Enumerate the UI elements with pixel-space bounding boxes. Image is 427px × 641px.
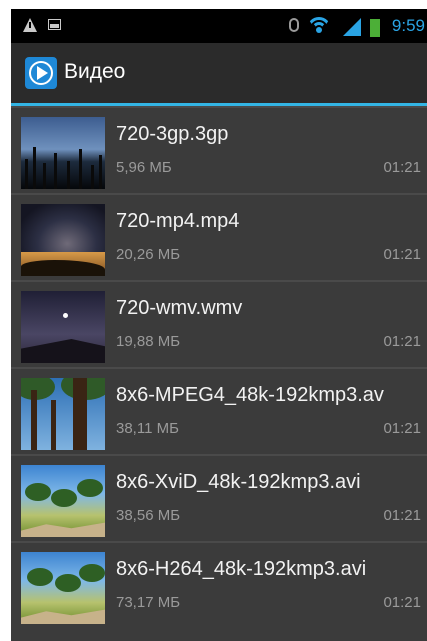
video-thumbnail — [21, 552, 105, 624]
video-name: 720-mp4.mp4 — [116, 210, 240, 232]
video-thumbnail — [21, 465, 105, 537]
video-name: 720-3gp.3gp — [116, 123, 229, 145]
action-bar: Видео — [11, 43, 427, 103]
video-duration: 01:21 — [383, 594, 421, 611]
video-thumbnail — [21, 204, 105, 276]
status-time: 9:59 — [391, 16, 425, 35]
video-list: 720-3gp.3gp 5,96 МБ 01:21 720-mp4.mp4 20… — [11, 106, 427, 628]
video-name: 8x6-H264_48k-192kmp3.avi — [116, 558, 367, 580]
video-item[interactable]: 8x6-H264_48k-192kmp3.avi 73,17 МБ 01:21 — [11, 541, 427, 628]
video-item[interactable]: 720-3gp.3gp 5,96 МБ 01:21 — [11, 106, 427, 193]
video-duration: 01:21 — [383, 246, 421, 263]
page-title: Видео — [64, 60, 126, 83]
status-bar: 9:59 — [11, 9, 427, 43]
wifi-icon — [307, 17, 331, 35]
video-size: 38,11 МБ — [116, 420, 179, 437]
video-size: 5,96 МБ — [116, 159, 172, 176]
bluetooth-icon — [289, 18, 299, 32]
video-duration: 01:21 — [383, 333, 421, 350]
video-thumbnail — [21, 378, 105, 450]
video-name: 720-wmv.wmv — [116, 297, 243, 319]
video-size: 19,88 МБ — [116, 333, 181, 350]
video-item[interactable]: 8x6-XviD_48k-192kmp3.avi 38,56 МБ 01:21 — [11, 454, 427, 541]
video-item[interactable]: 8x6-MPEG4_48k-192kmp3.av 38,11 МБ 01:21 — [11, 367, 427, 454]
video-player-icon[interactable] — [25, 57, 57, 89]
video-name: 8x6-XviD_48k-192kmp3.avi — [116, 471, 361, 493]
video-size: 20,26 МБ — [116, 246, 181, 263]
video-thumbnail — [21, 291, 105, 363]
video-item[interactable]: 720-wmv.wmv 19,88 МБ 01:21 — [11, 280, 427, 367]
video-size: 73,17 МБ — [116, 594, 181, 611]
video-thumbnail — [21, 117, 105, 189]
signal-icon — [343, 18, 361, 36]
video-duration: 01:21 — [383, 159, 421, 176]
video-item[interactable]: 720-mp4.mp4 20,26 МБ 01:21 — [11, 193, 427, 280]
video-duration: 01:21 — [383, 420, 421, 437]
image-notification-icon — [48, 19, 61, 30]
battery-icon — [370, 17, 380, 37]
video-name: 8x6-MPEG4_48k-192kmp3.av — [116, 384, 384, 406]
video-size: 38,56 МБ — [116, 507, 181, 524]
warning-icon — [23, 18, 37, 32]
phone-screen: 9:59 Видео 720-3gp.3gp 5,96 МБ 01:21 720… — [11, 9, 427, 641]
video-duration: 01:21 — [383, 507, 421, 524]
